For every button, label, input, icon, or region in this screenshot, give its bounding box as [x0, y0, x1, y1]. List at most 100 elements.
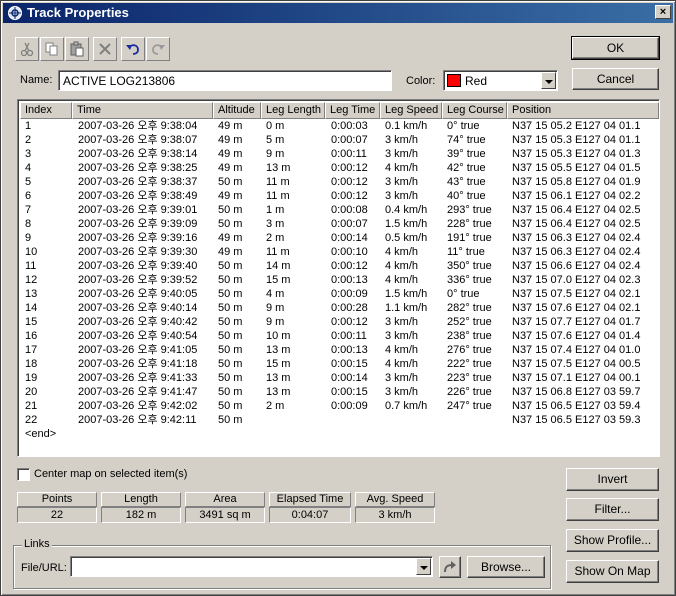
cell-time: 2007-03-26 오후 9:41:47	[78, 386, 198, 398]
chevron-down-icon[interactable]	[541, 72, 556, 89]
table-row[interactable]: 6 2007-03-26 오후 9:38:49 49 m 11 m 0:00:12 3 k…	[20, 189, 659, 203]
cell-altitude: 49 m	[218, 190, 243, 202]
table-row[interactable]: 7 2007-03-26 오후 9:39:01 50 m 1 m 0:00:08 0.4 …	[20, 203, 659, 217]
copy-icon	[45, 42, 58, 56]
column-header-leg-length[interactable]: Leg Length	[261, 102, 325, 119]
cell-leg-time: 0:00:10	[331, 246, 368, 258]
table-row[interactable]: 14 2007-03-26 오후 9:40:14 50 m 9 m 0:00:28 1.1…	[20, 301, 659, 315]
cell-time: 2007-03-26 오후 9:39:30	[78, 246, 198, 258]
table-row[interactable]: 13 2007-03-26 오후 9:40:05 50 m 4 m 0:00:09 1.5…	[20, 287, 659, 301]
cell-leg-length: 13 m	[266, 386, 291, 398]
cancel-button[interactable]: Cancel	[572, 68, 659, 90]
cell-leg-length: 9 m	[266, 302, 285, 314]
show-profile-label: Show Profile...	[573, 533, 652, 547]
cell-position: N37 15 06.4 E127 04 02.5	[512, 218, 641, 230]
table-row[interactable]: 3 2007-03-26 오후 9:38:14 49 m 9 m 0:00:11 3 km…	[20, 147, 659, 161]
cell-altitude: 49 m	[218, 134, 243, 146]
color-swatch	[447, 74, 461, 87]
filter-button[interactable]: Filter...	[566, 498, 659, 521]
column-header-position[interactable]: Position	[507, 102, 659, 119]
table-row[interactable]: 10 2007-03-26 오후 9:39:30 49 m 11 m 0:00:10 4 …	[20, 245, 659, 259]
stat-header-area: Area	[185, 492, 265, 507]
cell-leg-speed: 0.7 km/h	[385, 400, 428, 412]
table-row[interactable]: 12 2007-03-26 오후 9:39:52 50 m 15 m 0:00:13 4 …	[20, 273, 659, 287]
table-row[interactable]: 16 2007-03-26 오후 9:40:54 50 m 10 m 0:00:11 3 …	[20, 329, 659, 343]
table-row[interactable]: 15 2007-03-26 오후 9:40:42 50 m 9 m 0:00:12 3 k…	[20, 315, 659, 329]
cell-altitude: 49 m	[218, 120, 243, 132]
chevron-down-icon[interactable]	[416, 558, 431, 575]
table-row[interactable]: 20 2007-03-26 오후 9:41:47 50 m 13 m 0:00:15 3 …	[20, 385, 659, 399]
invert-button[interactable]: Invert	[566, 468, 659, 491]
cell-altitude: 50 m	[218, 386, 243, 398]
table-row[interactable]: 5 2007-03-26 오후 9:38:37 50 m 11 m 0:00:12 3 k…	[20, 175, 659, 189]
center-map-label[interactable]: Center map on selected item(s)	[34, 468, 187, 480]
table-row[interactable]: 18 2007-03-26 오후 9:41:18 50 m 15 m 0:00:15 4 …	[20, 357, 659, 371]
cell-leg-speed: 3 km/h	[385, 190, 419, 202]
delete-button[interactable]	[93, 37, 117, 61]
cell-index: 15	[25, 316, 38, 328]
cell-leg-time: 0:00:15	[331, 386, 368, 398]
table-row[interactable]: 17 2007-03-26 오후 9:41:05 50 m 13 m 0:00:13 4 …	[20, 343, 659, 357]
table-row[interactable]: 11 2007-03-26 오후 9:39:40 50 m 14 m 0:00:12 4 …	[20, 259, 659, 273]
name-field[interactable]: ACTIVE LOG213806	[58, 70, 392, 91]
table-row[interactable]: 21 2007-03-26 오후 9:42:02 50 m 2 m 0:00:09 0.7…	[20, 399, 659, 413]
center-map-checkbox[interactable]	[17, 468, 30, 481]
show-profile-button[interactable]: Show Profile...	[566, 529, 659, 552]
column-header-altitude[interactable]: Altitude	[213, 102, 261, 119]
table-row[interactable]: 2 2007-03-26 오후 9:38:07 49 m 5 m 0:00:07 3 km…	[20, 133, 659, 147]
cell-leg-length: 11 m	[266, 190, 290, 202]
cell-leg-length: 2 m	[266, 232, 285, 244]
cell-leg-speed: 4 km/h	[385, 246, 419, 258]
table-row[interactable]: 8 2007-03-26 오후 9:39:09 50 m 3 m 0:00:07 1.5 …	[20, 217, 659, 231]
browse-button[interactable]: Browse...	[467, 556, 545, 578]
file-url-combo[interactable]	[70, 556, 433, 577]
cell-index: 16	[25, 330, 38, 342]
cell-leg-length: 15 m	[266, 358, 291, 370]
copy-button[interactable]	[40, 37, 64, 61]
cell-position: N37 15 07.6 E127 04 02.1	[512, 302, 641, 314]
cell-time: 2007-03-26 오후 9:40:54	[78, 330, 198, 342]
redo-icon	[152, 44, 165, 55]
close-button[interactable]: ×	[655, 5, 671, 19]
cell-altitude: 50 m	[218, 302, 243, 314]
cell-altitude: 50 m	[218, 330, 243, 342]
cell-leg-time: 0:00:08	[331, 204, 368, 216]
redo-button[interactable]	[146, 37, 170, 61]
paste-button[interactable]	[65, 37, 89, 61]
cell-time: 2007-03-26 오후 9:40:05	[78, 288, 198, 300]
stat-value-area: 3491 sq m	[185, 507, 265, 523]
track-points-table[interactable]: Index Time Altitude Leg Length Leg Time …	[17, 99, 660, 457]
cell-leg-speed: 0.1 km/h	[385, 120, 428, 132]
cell-position: N37 15 07.6 E127 04 01.4	[512, 330, 641, 342]
cut-button[interactable]	[15, 37, 39, 61]
column-header-leg-course[interactable]: Leg Course	[442, 102, 507, 119]
cell-leg-length: 5 m	[266, 134, 285, 146]
cell-leg-course: 252° true	[447, 316, 492, 328]
cell-position: N37 15 07.5 E127 04 02.1	[512, 288, 641, 300]
column-header-index[interactable]: Index	[20, 102, 72, 119]
table-row[interactable]: 9 2007-03-26 오후 9:39:16 49 m 2 m 0:00:14 0.5 …	[20, 231, 659, 245]
cell-altitude: 49 m	[218, 148, 243, 160]
column-header-leg-time[interactable]: Leg Time	[325, 102, 380, 119]
cell-leg-course: 226° true	[447, 386, 492, 398]
show-on-map-button[interactable]: Show On Map	[566, 560, 659, 583]
column-header-time[interactable]: Time	[72, 102, 213, 119]
cell-altitude: 49 m	[218, 162, 243, 174]
undo-button[interactable]	[121, 37, 145, 61]
cell-time: 2007-03-26 오후 9:42:02	[78, 400, 198, 412]
column-header-leg-speed[interactable]: Leg Speed	[380, 102, 442, 119]
cell-leg-course: 0° true	[447, 288, 480, 300]
cell-time: 2007-03-26 오후 9:39:01	[78, 204, 198, 216]
cell-leg-time: 0:00:03	[331, 120, 368, 132]
end-marker-row[interactable]: <end>	[20, 427, 659, 441]
table-row[interactable]: 1 2007-03-26 오후 9:38:04 49 m 0 m 0:00:03 0.1 …	[20, 119, 659, 133]
table-row[interactable]: 22 2007-03-26 오후 9:42:11 50 m N37 15 06.5 E…	[20, 413, 659, 427]
cell-altitude: 50 m	[218, 218, 243, 230]
table-row[interactable]: 19 2007-03-26 오후 9:41:33 50 m 13 m 0:00:14 3 …	[20, 371, 659, 385]
ok-button[interactable]: OK	[571, 36, 660, 60]
color-select[interactable]: Red	[443, 70, 558, 91]
table-row[interactable]: 4 2007-03-26 오후 9:38:25 49 m 13 m 0:00:12 4 k…	[20, 161, 659, 175]
open-link-button[interactable]	[439, 556, 461, 578]
cell-leg-length: 2 m	[266, 400, 285, 412]
close-icon: ×	[659, 6, 667, 18]
